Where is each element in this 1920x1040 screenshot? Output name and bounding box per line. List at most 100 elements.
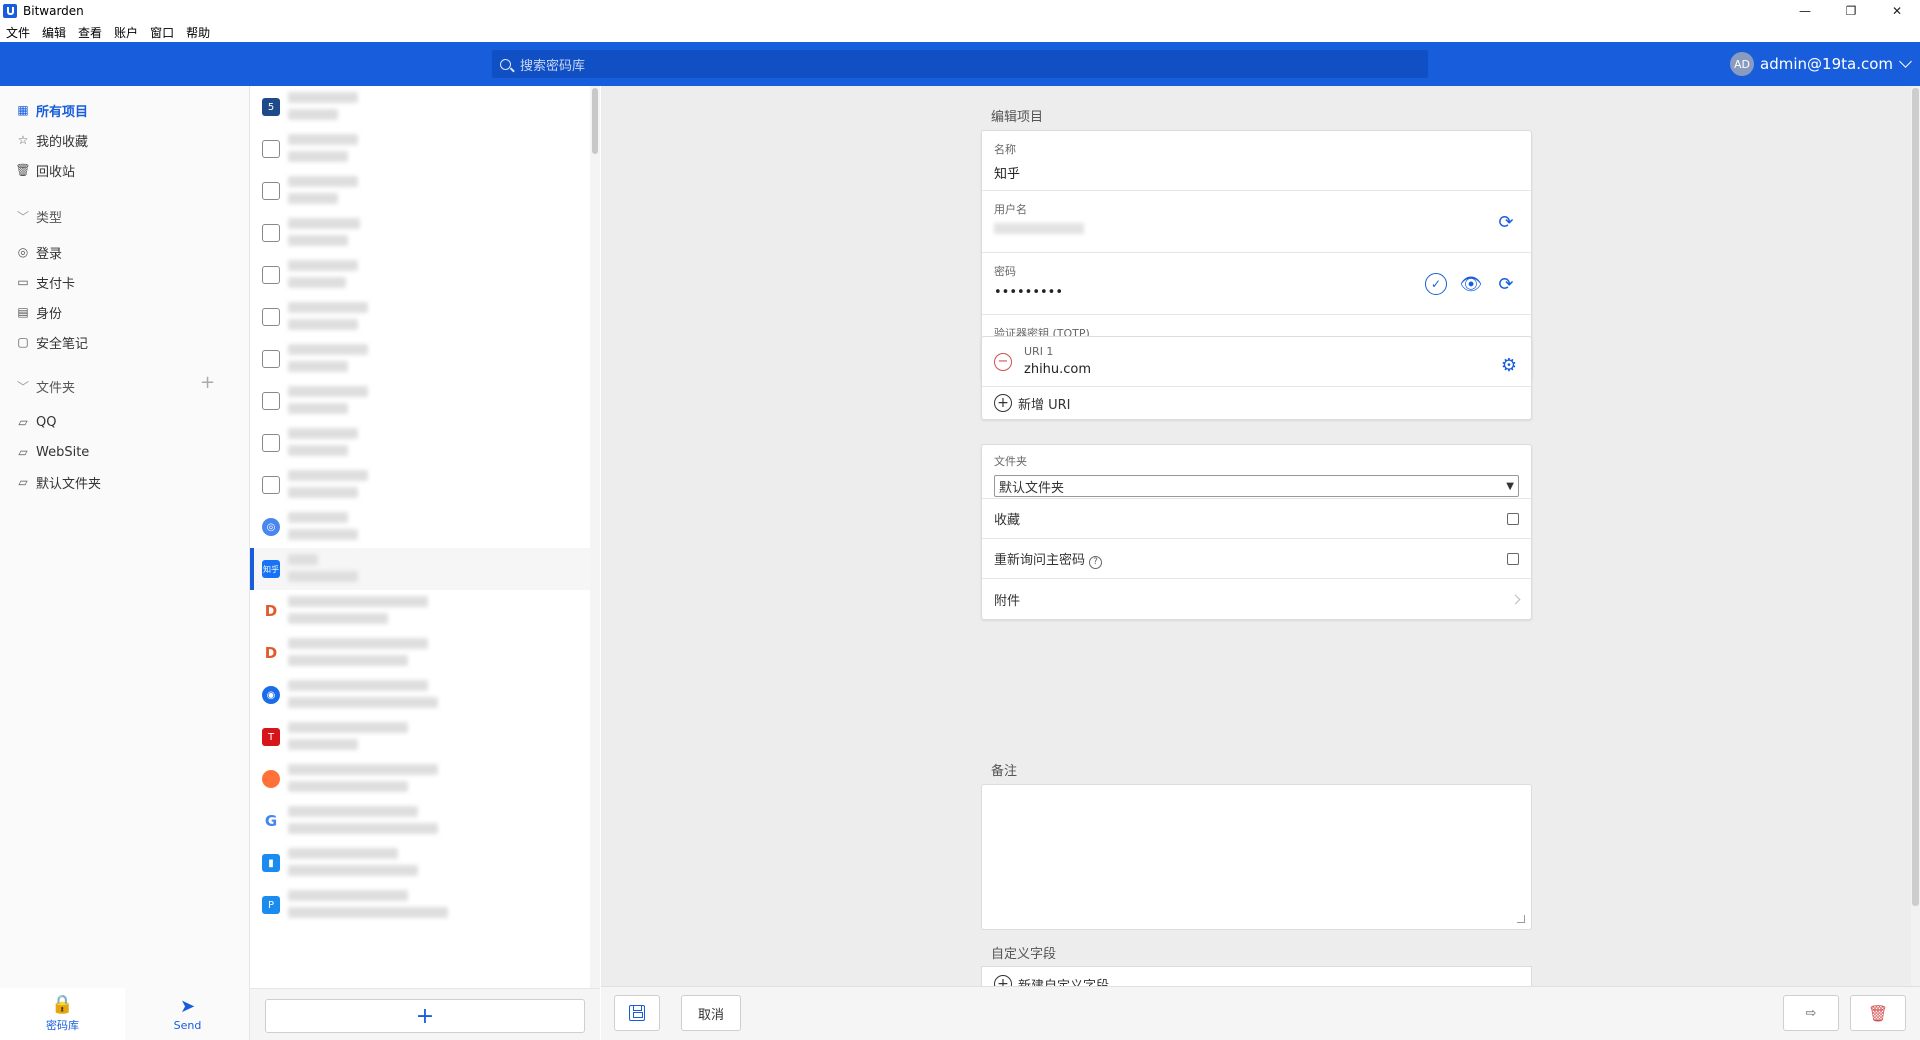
username-field[interactable]: 用户名 ⟳ [982, 191, 1531, 253]
list-item-selected[interactable]: 知乎 [250, 548, 590, 590]
list-item[interactable]: ▮ [250, 842, 590, 884]
list-item[interactable]: 5 [250, 86, 590, 128]
remove-circle-icon[interactable]: − [994, 352, 1012, 371]
window-title: Bitwarden [23, 4, 84, 18]
list-scrollbar[interactable] [590, 86, 600, 1040]
delete-button[interactable]: 🗑 [1850, 995, 1906, 1031]
redacted-text [288, 638, 428, 668]
help-icon[interactable]: ? [1089, 555, 1103, 569]
list-item[interactable]: D [250, 590, 590, 632]
generate-password-icon[interactable]: ⟳ [1495, 273, 1517, 295]
list-item[interactable] [250, 380, 590, 422]
add-uri-button[interactable]: + 新增 URI [982, 387, 1531, 419]
sidebar-item-identity[interactable]: ▤ 身份 [16, 302, 62, 322]
menu-file[interactable]: 文件 [6, 24, 30, 41]
redacted-text [288, 680, 438, 710]
sidebar-item-favorites[interactable]: ☆ 我的收藏 [16, 130, 88, 150]
uri-value[interactable]: zhihu.com [1024, 362, 1091, 378]
reprompt-checkbox[interactable] [1507, 552, 1519, 565]
globe-icon [262, 434, 280, 452]
list-item[interactable] [250, 296, 590, 338]
site-icon: P [262, 896, 280, 914]
account-email: admin@19ta.com [1760, 55, 1893, 73]
username-value[interactable] [994, 223, 1519, 239]
close-button[interactable]: ✕ [1874, 0, 1920, 22]
folder-icon: ▱ [18, 415, 28, 429]
name-value[interactable]: 知乎 [994, 163, 1519, 182]
list-item[interactable] [250, 254, 590, 296]
generate-username-icon[interactable]: ⟳ [1495, 211, 1517, 233]
field-label: 名称 [994, 143, 1016, 156]
folder-select[interactable]: 默认文件夹 ▼ [994, 475, 1519, 497]
list-item[interactable] [250, 464, 590, 506]
globe-icon [262, 308, 280, 326]
notes-textarea[interactable] [981, 784, 1532, 930]
restore-button[interactable]: ❐ [1828, 0, 1874, 22]
site-icon: ▮ [262, 854, 280, 872]
vault-item-list: 5 ◎ 知乎 D D ◉ T G ▮ P + [250, 86, 600, 1040]
favorite-checkbox[interactable] [1507, 512, 1519, 525]
password-field[interactable]: 密码 ••••••••• ✓ 👁 ⟳ [982, 253, 1531, 315]
avatar: AD [1730, 52, 1755, 76]
resize-handle-icon[interactable] [1517, 915, 1525, 923]
types-header[interactable]: ﹀ 类型 [16, 206, 62, 226]
add-item-button[interactable]: + [265, 999, 585, 1033]
sidebar-item-folder-website[interactable]: ▱ WebSite [16, 442, 89, 462]
add-circle-icon: + [994, 394, 1012, 412]
sidebar-item-folder-qq[interactable]: ▱ QQ [16, 412, 56, 432]
gear-icon[interactable]: ⚙ [1501, 355, 1517, 376]
list-item[interactable] [250, 758, 590, 800]
account-menu[interactable]: AD admin@19ta.com [1730, 52, 1912, 76]
menu-view[interactable]: 查看 [78, 24, 102, 41]
globe-icon [262, 224, 280, 242]
list-item[interactable] [250, 212, 590, 254]
search-input[interactable]: 搜索密码库 [492, 50, 1428, 78]
add-folder-icon[interactable]: + [200, 372, 215, 393]
editor-scrollbar[interactable] [1911, 86, 1920, 986]
list-item[interactable] [250, 338, 590, 380]
menu-help[interactable]: 帮助 [186, 24, 210, 41]
sidebar-item-label: 所有项目 [36, 104, 89, 120]
name-field[interactable]: 名称 知乎 [982, 131, 1531, 191]
list-item[interactable]: T [250, 716, 590, 758]
save-button[interactable] [614, 995, 660, 1031]
new-custom-field-button[interactable]: + 新建自定义字段 [981, 966, 1532, 986]
list-item[interactable]: G [250, 800, 590, 842]
menu-account[interactable]: 账户 [114, 24, 138, 41]
menu-edit[interactable]: 编辑 [42, 24, 66, 41]
notes-label: 备注 [991, 764, 1018, 779]
move-to-organization-button[interactable]: ⇨ [1783, 995, 1839, 1031]
note-icon: ▢ [17, 335, 29, 349]
paper-plane-icon: ➤ [179, 995, 196, 1017]
list-item[interactable] [250, 170, 590, 212]
menu-window[interactable]: 窗口 [150, 24, 174, 41]
redacted-text [288, 176, 358, 206]
list-item[interactable]: ◎ [250, 506, 590, 548]
eye-icon[interactable]: 👁 [1460, 273, 1483, 295]
favorite-row: 收藏 [982, 499, 1531, 539]
tab-vault[interactable]: 🔒 密码库 [0, 988, 125, 1040]
sidebar-item-secure-note[interactable]: ▢ 安全笔记 [16, 332, 88, 352]
password-actions: ✓ 👁 ⟳ [1412, 273, 1517, 295]
section-label: 类型 [36, 210, 63, 226]
tab-send[interactable]: ➤ Send [125, 988, 250, 1040]
check-password-icon[interactable]: ✓ [1425, 273, 1447, 295]
minimize-button[interactable]: — [1782, 0, 1828, 22]
list-item[interactable]: ◉ [250, 674, 590, 716]
attachments-row[interactable]: 附件 [982, 579, 1531, 619]
list-item[interactable]: P [250, 884, 590, 926]
list-item[interactable] [250, 128, 590, 170]
field-label: 文件夹 [994, 455, 1027, 468]
folders-header[interactable]: ﹀ 文件夹 [16, 376, 75, 396]
redacted-text [288, 302, 368, 332]
sidebar-item-all-items[interactable]: ▦ 所有项目 [16, 100, 88, 120]
sidebar-item-folder-default[interactable]: ▱ 默认文件夹 [16, 472, 101, 492]
sidebar-item-login[interactable]: ◎ 登录 [16, 242, 62, 262]
cancel-button[interactable]: 取消 [681, 995, 741, 1031]
list-item[interactable]: D [250, 632, 590, 674]
sidebar-item-trash[interactable]: 🗑 回收站 [15, 160, 75, 180]
sidebar-item-label: 身份 [36, 306, 63, 322]
folder-select-value: 默认文件夹 [999, 480, 1065, 496]
list-item[interactable] [250, 422, 590, 464]
sidebar-item-card[interactable]: ▭ 支付卡 [16, 272, 75, 292]
